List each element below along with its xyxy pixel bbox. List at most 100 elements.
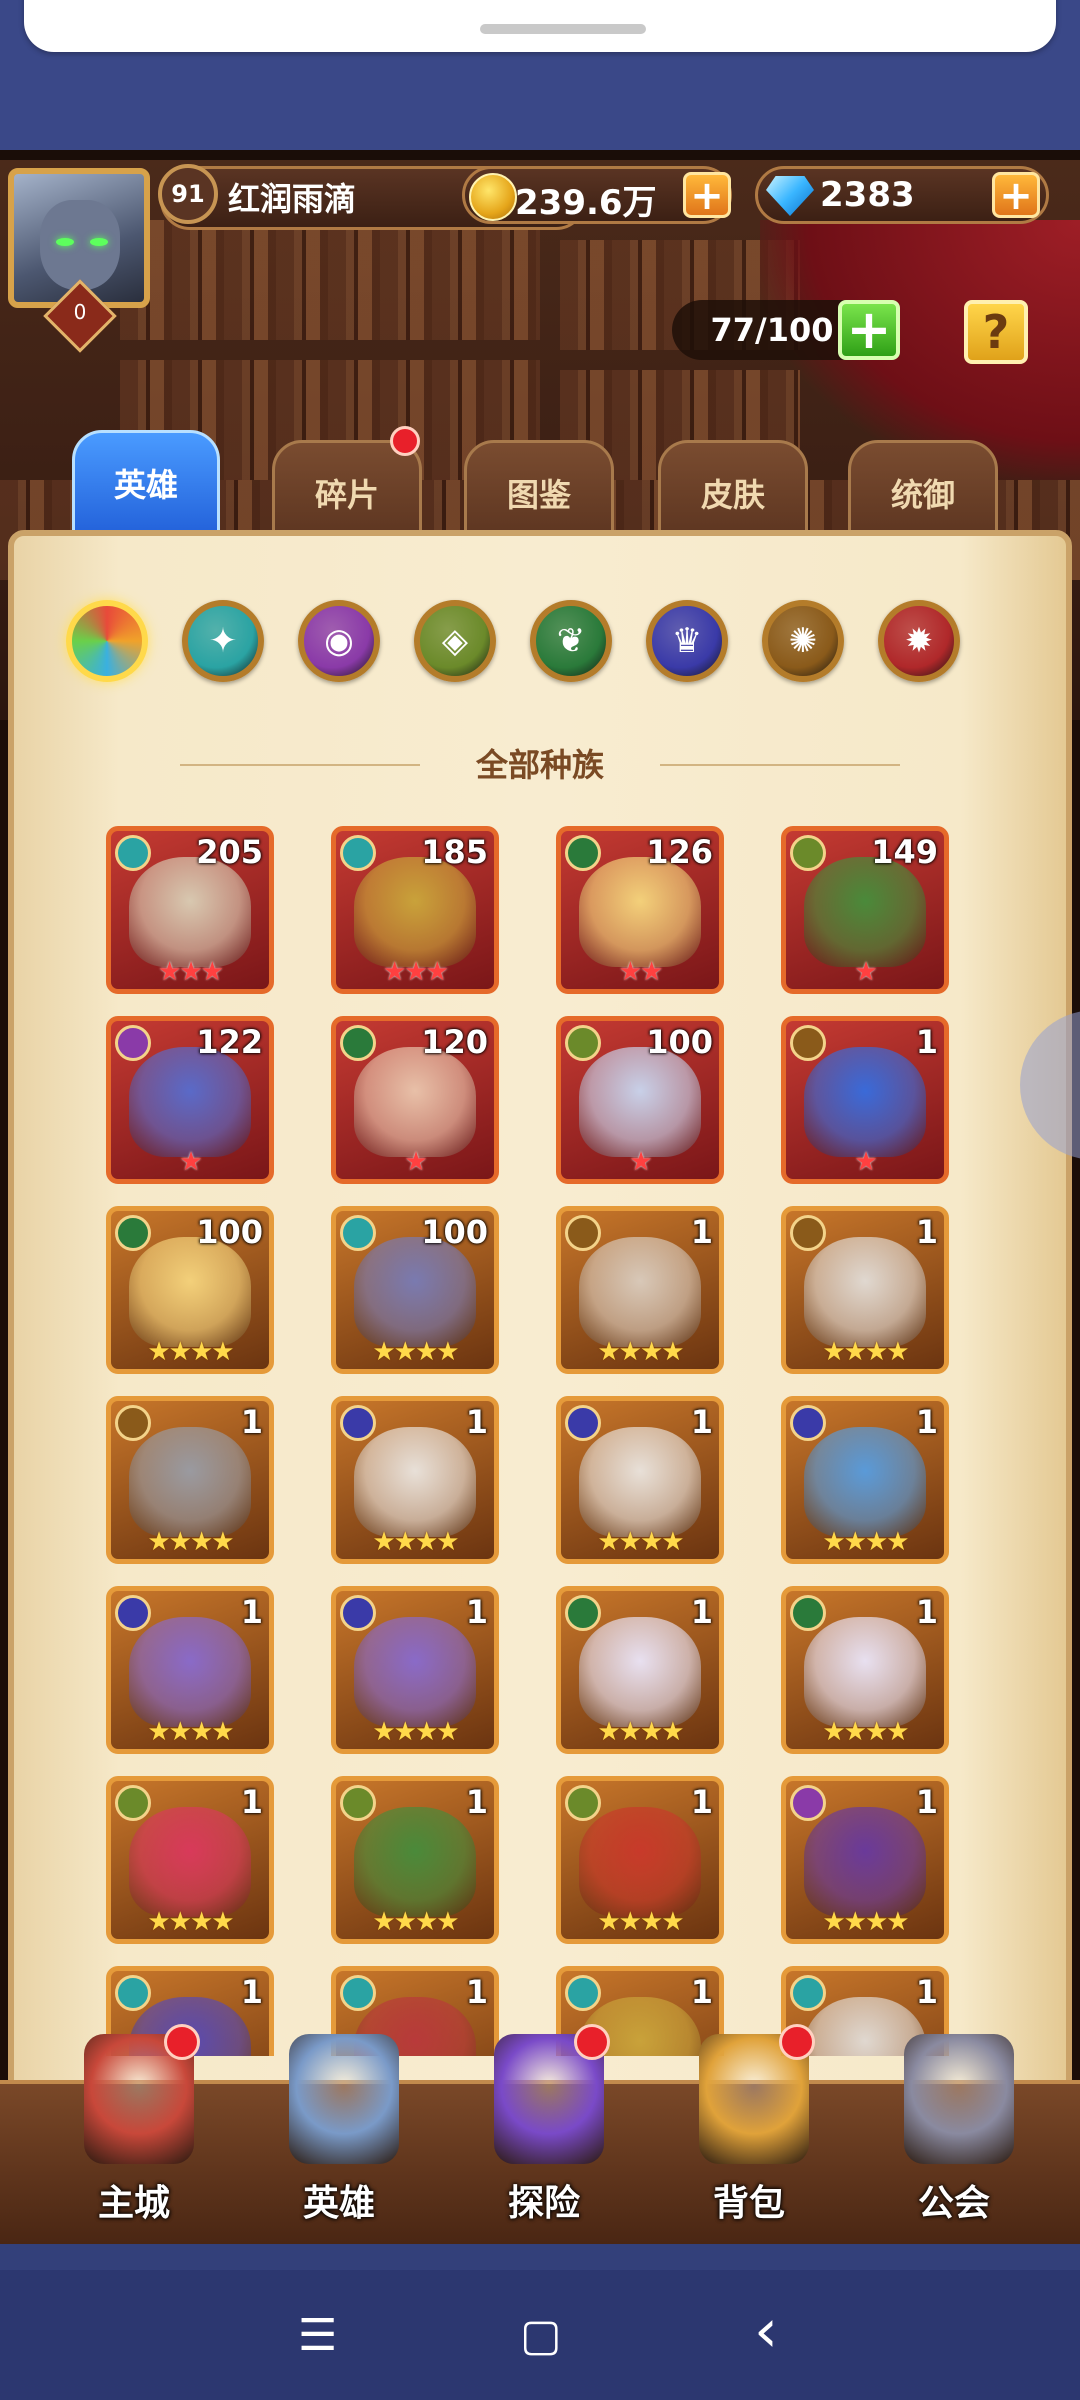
- hero-portrait: [804, 1047, 926, 1157]
- hero-card[interactable]: 1 ★★★★: [556, 1396, 724, 1564]
- hero-level: 1: [915, 1213, 938, 1251]
- hero-card[interactable]: 1 ★★★★: [106, 1776, 274, 1944]
- fragments-notification-dot: [390, 426, 420, 456]
- hero-card[interactable]: 120 ★: [331, 1016, 499, 1184]
- system-nav-bar: ☰ ▢ ‹: [0, 2270, 1080, 2400]
- hero-stars: ★: [854, 957, 877, 987]
- hero-level: 1: [915, 1973, 938, 2011]
- hero-level: 1: [465, 1783, 488, 1821]
- hero-card[interactable]: 1 ★★★★: [781, 1586, 949, 1754]
- hero-card[interactable]: 1 ★★★★: [781, 1206, 949, 1374]
- faction-all-factions-button[interactable]: [66, 600, 148, 682]
- hero-card[interactable]: 1 ★★★★: [331, 1396, 499, 1564]
- hero-card[interactable]: 185 ★★★: [331, 826, 499, 994]
- faction-shadow-button[interactable]: ◉: [298, 600, 380, 682]
- hero-portrait: [129, 857, 251, 967]
- hero-portrait: [129, 1807, 251, 1917]
- nav-main-city[interactable]: 主城: [44, 2024, 224, 2244]
- hero-faction-icon: [115, 1595, 151, 1631]
- faction-shadow-icon: ◉: [324, 621, 354, 661]
- faction-light-icon: ✺: [788, 621, 818, 661]
- tab-heroes[interactable]: 英雄: [72, 430, 220, 540]
- expand-capacity-button[interactable]: +: [838, 300, 900, 360]
- hero-card[interactable]: 122 ★: [106, 1016, 274, 1184]
- hero-faction-icon: [340, 1215, 376, 1251]
- hero-level: 100: [646, 1023, 713, 1061]
- hero-stars: ★★★★: [597, 1337, 684, 1367]
- back-button[interactable]: ‹: [754, 2296, 778, 2366]
- hero-portrait: [579, 857, 701, 967]
- hero-card[interactable]: 126 ★★: [556, 826, 724, 994]
- add-gold-button[interactable]: +: [683, 172, 731, 218]
- hero-faction-icon: [790, 1785, 826, 1821]
- faction-abyss-icon: ♛: [671, 621, 703, 661]
- hero-portrait: [579, 1617, 701, 1727]
- faction-abyss-button[interactable]: ♛: [646, 600, 728, 682]
- hero-card[interactable]: 1 ★★★★: [331, 1586, 499, 1754]
- hero-faction-icon: [790, 1215, 826, 1251]
- hero-card[interactable]: 1 ★★★★: [781, 1396, 949, 1564]
- bottom-nav: 主城 英雄 探险 背包 公会: [0, 2024, 1080, 2244]
- hero-faction-icon: [340, 1025, 376, 1061]
- hero-card[interactable]: 100 ★: [556, 1016, 724, 1184]
- gem-display: 2383 +: [755, 166, 1049, 224]
- recent-apps-button[interactable]: ☰: [298, 2310, 337, 2361]
- status-bar: [0, 0, 1080, 150]
- hero-stars: ★★★★: [372, 1907, 459, 1937]
- hero-stars: ★★★★: [372, 1527, 459, 1557]
- hero-faction-icon: [565, 1025, 601, 1061]
- hero-faction-icon: [115, 1025, 151, 1061]
- hero-portrait: [354, 1807, 476, 1917]
- hero-faction-icon: [790, 1595, 826, 1631]
- hero-card[interactable]: 100 ★★★★: [106, 1206, 274, 1374]
- nav-backpack[interactable]: 背包: [659, 2024, 839, 2244]
- hero-card[interactable]: 1 ★★★★: [556, 1586, 724, 1754]
- hero-level: 205: [196, 833, 263, 871]
- hero-faction-icon: [115, 1975, 151, 2011]
- hero-faction-icon: [790, 835, 826, 871]
- hero-level: 1: [915, 1023, 938, 1061]
- hero-stars: ★★★★: [372, 1337, 459, 1367]
- nav-guild[interactable]: 公会: [864, 2024, 1044, 2244]
- hero-level: 1: [690, 1783, 713, 1821]
- help-button[interactable]: ?: [964, 300, 1028, 364]
- faction-fortress-button[interactable]: ◈: [414, 600, 496, 682]
- race-header: 全部种族: [180, 740, 900, 790]
- faction-dark-button[interactable]: ✹: [878, 600, 960, 682]
- top-bar: 91 红润雨滴 239.6万 + 2383 +: [110, 164, 1070, 230]
- home-button[interactable]: ▢: [520, 2310, 562, 2361]
- hero-stars: ★: [854, 1147, 877, 1177]
- add-gems-button[interactable]: +: [992, 172, 1040, 218]
- hero-card[interactable]: 149 ★: [781, 826, 949, 994]
- hero-card[interactable]: 1 ★★★★: [556, 1776, 724, 1944]
- hero-card[interactable]: 1 ★★★★: [331, 1776, 499, 1944]
- hero-portrait: [804, 857, 926, 967]
- faction-nature-button[interactable]: ❦: [530, 600, 612, 682]
- hero-card[interactable]: 1 ★★★★: [106, 1586, 274, 1754]
- nav-heroes[interactable]: 英雄: [249, 2024, 429, 2244]
- notification-panel[interactable]: [24, 0, 1056, 52]
- hero-card[interactable]: 1 ★★★★: [556, 1206, 724, 1374]
- faction-light-button[interactable]: ✺: [762, 600, 844, 682]
- heroes-icon: [289, 2034, 399, 2164]
- nav-label: 主城: [97, 2183, 170, 2224]
- hero-level: 149: [871, 833, 938, 871]
- nav-explore[interactable]: 探险: [454, 2024, 634, 2244]
- hero-faction-icon: [340, 1405, 376, 1441]
- notification-handle[interactable]: [480, 24, 646, 34]
- hero-card[interactable]: 1 ★: [781, 1016, 949, 1184]
- hero-stars: ★★★★: [147, 1907, 234, 1937]
- hero-level: 122: [196, 1023, 263, 1061]
- nav-label: 探险: [507, 2183, 580, 2224]
- gold-coin-icon: [469, 173, 517, 221]
- hero-portrait: [354, 1427, 476, 1537]
- hero-level: 1: [690, 1973, 713, 2011]
- faction-forest-button[interactable]: ✦: [182, 600, 264, 682]
- hero-card[interactable]: 1 ★★★★: [781, 1776, 949, 1944]
- hero-card[interactable]: 1 ★★★★: [106, 1396, 274, 1564]
- hero-card[interactable]: 100 ★★★★: [331, 1206, 499, 1374]
- hero-level: 1: [465, 1593, 488, 1631]
- race-title: 全部种族: [475, 746, 604, 784]
- hero-card[interactable]: 205 ★★★: [106, 826, 274, 994]
- hero-portrait: [129, 1237, 251, 1347]
